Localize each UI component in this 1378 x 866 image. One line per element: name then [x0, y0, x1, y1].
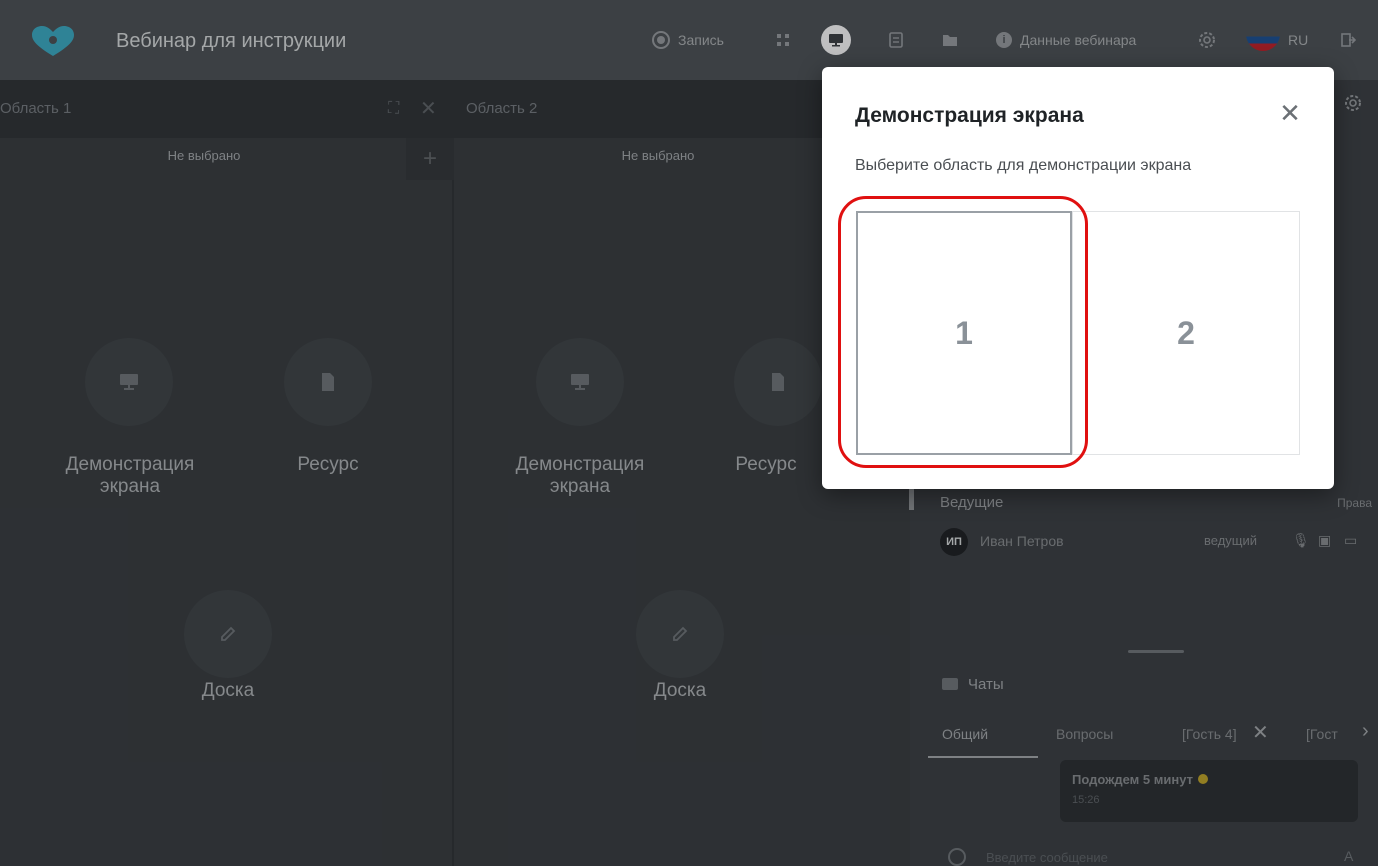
screen-share-dialog: Демонстрация экрана ✕ Выберите область д… [822, 67, 1334, 489]
area-2-option[interactable]: 2 [1072, 211, 1300, 455]
dialog-title: Демонстрация экрана [855, 104, 1084, 127]
close-icon[interactable]: ✕ [1274, 97, 1306, 129]
dialog-subtitle: Выберите область для демонстрации экрана [855, 157, 1192, 174]
area-1-option[interactable]: 1 [856, 211, 1072, 455]
